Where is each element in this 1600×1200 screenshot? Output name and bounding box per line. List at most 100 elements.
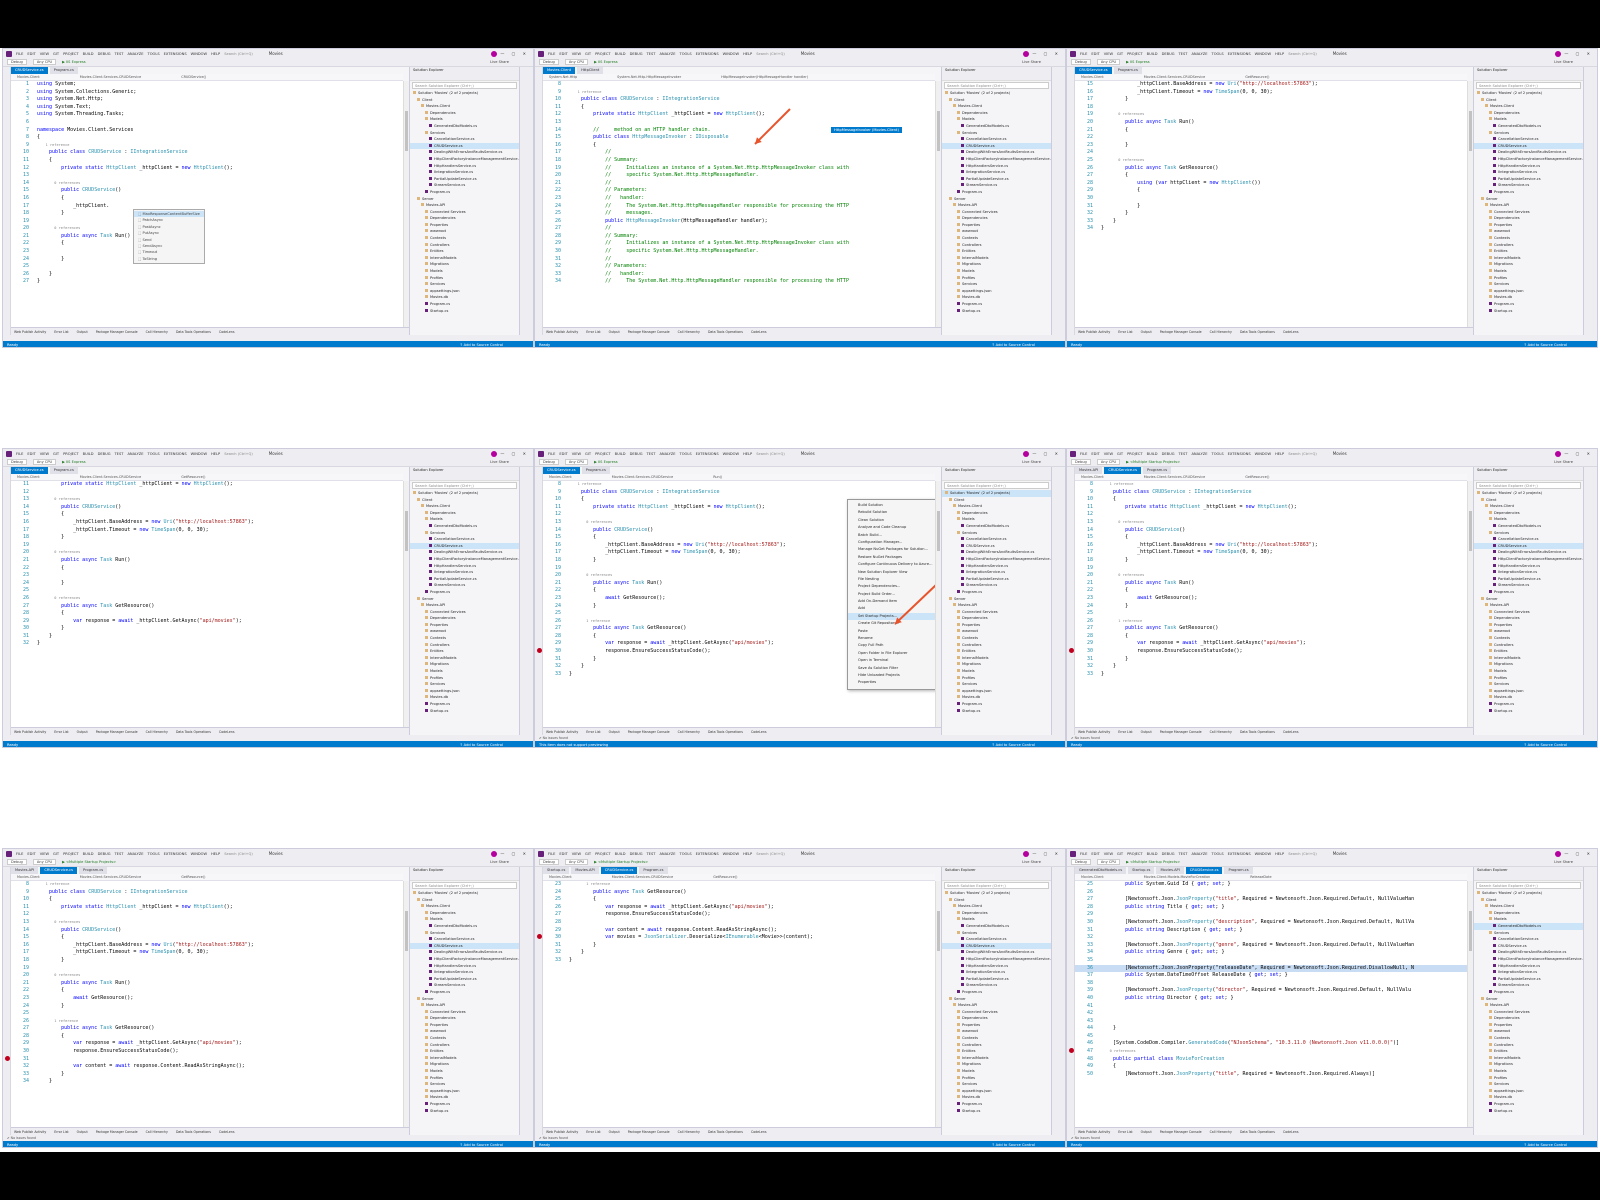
document-tab[interactable]: Program.cs bbox=[79, 867, 108, 874]
menu-item[interactable]: FILE bbox=[1080, 452, 1087, 456]
tree-item[interactable]: Solution 'Movies' (2 of 2 projects) bbox=[1474, 90, 1583, 97]
start-button[interactable]: ▶ <Multiple Startup Projects> bbox=[1126, 860, 1180, 864]
tree-item[interactable]: Properties bbox=[410, 622, 519, 629]
tree-item[interactable]: Profiles bbox=[942, 675, 1051, 682]
bottom-tab[interactable]: Call Hierarchy bbox=[678, 1128, 700, 1135]
menu-item[interactable]: EXTENSIONS bbox=[696, 452, 719, 456]
tree-item[interactable]: StreamService.cs bbox=[1474, 582, 1583, 589]
solution-search-input[interactable]: Search Solution Explorer (Ctrl+;) bbox=[944, 882, 1049, 889]
tree-item[interactable]: Dependencies bbox=[1474, 615, 1583, 622]
nav-dropdown[interactable]: GetResource() bbox=[713, 874, 737, 880]
tree-item[interactable]: Entities bbox=[410, 648, 519, 655]
solution-search-input[interactable]: Search Solution Explorer (Ctrl+;) bbox=[1476, 882, 1581, 889]
completion-item[interactable]: ⬚ ToString bbox=[134, 256, 204, 262]
tree-item[interactable]: Controllers bbox=[942, 642, 1051, 649]
menu-item[interactable]: GIT bbox=[1117, 852, 1123, 856]
bottom-tab[interactable]: Web Publish Activity bbox=[1078, 728, 1110, 735]
menu-item[interactable]: TEST bbox=[1178, 852, 1187, 856]
menu-item[interactable]: VIEW bbox=[1104, 852, 1113, 856]
tree-item[interactable]: Movies.API bbox=[942, 602, 1051, 609]
menu-item[interactable]: DEBUG bbox=[1162, 852, 1175, 856]
bottom-tab[interactable]: Call Hierarchy bbox=[1210, 328, 1232, 335]
menu-item[interactable]: EXTENSIONS bbox=[1228, 852, 1251, 856]
tree-item[interactable]: Movies.db bbox=[942, 1094, 1051, 1101]
tree-item[interactable]: wwwroot bbox=[942, 1028, 1051, 1035]
tree-item[interactable]: CancellationService.cs bbox=[942, 936, 1051, 943]
context-menu-item[interactable]: Configure Continuous Delivery to Azure..… bbox=[848, 561, 942, 568]
tree-item[interactable]: DealingWithErrorsAndFaultsService.cs bbox=[410, 549, 519, 556]
document-tab[interactable]: CRUDService.cs bbox=[600, 867, 638, 874]
document-tab[interactable]: Startup.cs bbox=[1128, 867, 1155, 874]
bottom-tab[interactable]: Data Tools Operations bbox=[708, 328, 743, 335]
nav-dropdown[interactable]: System.Net.Http.HttpMessageInvoker bbox=[617, 74, 681, 80]
tree-item[interactable]: Services bbox=[1474, 930, 1583, 937]
tree-item[interactable]: appsettings.json bbox=[1474, 1088, 1583, 1095]
tree-item[interactable]: Program.cs bbox=[942, 301, 1051, 308]
tree-item[interactable]: Movies.API bbox=[1474, 602, 1583, 609]
search-box[interactable]: Search (Ctrl+Q) bbox=[224, 452, 253, 456]
context-menu-item[interactable]: Rebuild Solution bbox=[848, 509, 942, 516]
tree-item[interactable]: GeneratedDtoModels.cs bbox=[410, 123, 519, 130]
tree-item[interactable]: Entities bbox=[410, 1048, 519, 1055]
menu-item[interactable]: TEST bbox=[646, 52, 655, 56]
tree-item[interactable]: Startup.cs bbox=[1474, 708, 1583, 715]
tree-item[interactable]: Services bbox=[1474, 1081, 1583, 1088]
menu-item[interactable]: BUILD bbox=[1147, 52, 1158, 56]
window-controls[interactable]: — ▢ ✕ bbox=[1564, 851, 1593, 856]
search-box[interactable]: Search (Ctrl+Q) bbox=[756, 852, 785, 856]
tree-item[interactable]: Movies.db bbox=[410, 694, 519, 701]
menu-item[interactable]: WINDOW bbox=[723, 852, 739, 856]
menu-item[interactable]: WINDOW bbox=[191, 52, 207, 56]
tree-item[interactable]: Movies.db bbox=[1474, 1094, 1583, 1101]
tree-item[interactable]: appsettings.json bbox=[410, 688, 519, 695]
tree-item[interactable]: Dependencies bbox=[1474, 1015, 1583, 1022]
bottom-tab[interactable]: Package Manager Console bbox=[1160, 328, 1202, 335]
tree-item[interactable]: Server bbox=[1474, 996, 1583, 1003]
tree-item[interactable]: Dependencies bbox=[942, 1015, 1051, 1022]
menu-item[interactable]: PROJECT bbox=[1127, 452, 1143, 456]
menu-item[interactable]: DEBUG bbox=[1162, 52, 1175, 56]
menu-item[interactable]: PROJECT bbox=[595, 852, 611, 856]
menu-item[interactable]: TOOLS bbox=[148, 52, 160, 56]
tree-item[interactable]: Program.cs bbox=[410, 301, 519, 308]
tree-item[interactable]: Services bbox=[1474, 130, 1583, 137]
tree-item[interactable]: InternalModels bbox=[1474, 655, 1583, 662]
tree-item[interactable]: Migrations bbox=[1474, 1061, 1583, 1068]
menu-item[interactable]: EDIT bbox=[1091, 852, 1099, 856]
bottom-tab[interactable]: Error List bbox=[586, 328, 600, 335]
window-controls[interactable]: — ▢ ✕ bbox=[500, 451, 529, 456]
tree-item[interactable]: Program.cs bbox=[410, 989, 519, 996]
tree-item[interactable]: wwwroot bbox=[1474, 628, 1583, 635]
document-tab[interactable]: Movies.Client bbox=[543, 67, 576, 74]
context-menu-item[interactable]: Configuration Manager... bbox=[848, 539, 942, 546]
live-share-button[interactable]: Live Share bbox=[490, 60, 509, 64]
document-tab[interactable]: GeneratedDtoModels.cs bbox=[1075, 867, 1127, 874]
menu-item[interactable]: ANALYZE bbox=[659, 852, 675, 856]
tree-item[interactable]: Solution 'Movies' (2 of 2 projects) bbox=[942, 90, 1051, 97]
tree-item[interactable]: Controllers bbox=[410, 242, 519, 249]
bottom-tab[interactable]: Package Manager Console bbox=[96, 728, 138, 735]
tree-item[interactable]: StreamService.cs bbox=[1474, 182, 1583, 189]
tree-item[interactable]: Services bbox=[410, 1081, 519, 1088]
nav-dropdown[interactable]: GetResource() bbox=[181, 874, 205, 880]
bottom-tab[interactable]: Error List bbox=[1118, 328, 1132, 335]
tree-item[interactable]: appsettings.json bbox=[1474, 688, 1583, 695]
tree-item[interactable]: Models bbox=[1474, 268, 1583, 275]
context-menu-item[interactable]: New Solution Explorer View bbox=[848, 569, 942, 576]
live-share-button[interactable]: Live Share bbox=[490, 460, 509, 464]
context-menu-item[interactable]: Add On-Demand Item bbox=[848, 598, 942, 605]
menu-item[interactable]: PROJECT bbox=[63, 452, 79, 456]
solution-search-input[interactable]: Search Solution Explorer (Ctrl+;) bbox=[1476, 82, 1581, 89]
configuration-combo[interactable]: Debug bbox=[539, 459, 559, 465]
solution-search-input[interactable]: Search Solution Explorer (Ctrl+;) bbox=[412, 82, 517, 89]
tree-item[interactable]: DealingWithErrorsAndFaultsService.cs bbox=[942, 949, 1051, 956]
menu-item[interactable]: BUILD bbox=[83, 452, 94, 456]
tree-item[interactable]: GeneratedDtoModels.cs bbox=[942, 523, 1051, 530]
context-menu-item[interactable]: Save As Solution Filter bbox=[848, 665, 942, 672]
tree-item[interactable]: Solution 'Movies' (2 of 2 projects) bbox=[942, 490, 1051, 497]
account-avatar[interactable] bbox=[1023, 450, 1029, 457]
tree-item[interactable]: Models bbox=[942, 668, 1051, 675]
tree-item[interactable]: Entities bbox=[942, 248, 1051, 255]
toolbox-strip[interactable] bbox=[535, 467, 543, 735]
configuration-combo[interactable]: Debug bbox=[1071, 459, 1091, 465]
